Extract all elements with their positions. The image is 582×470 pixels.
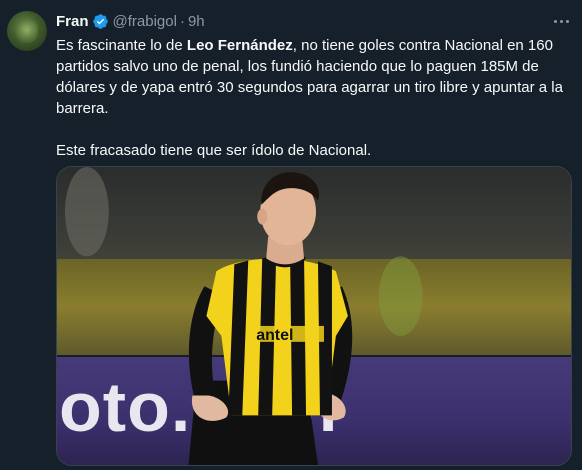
header-separator: ·: [179, 12, 185, 30]
tweet-paragraph-1: Es fascinante lo de Leo Fernández, no ti…: [56, 35, 568, 119]
tweet-text: Es fascinante lo de Leo Fernández, no ti…: [56, 35, 568, 161]
tweet-text-bold: Leo Fernández: [186, 37, 293, 54]
author-avatar[interactable]: [7, 11, 47, 51]
verified-badge-icon: [92, 13, 108, 29]
more-options-icon[interactable]: [549, 10, 573, 32]
tweet-paragraph-2: Este fracasado tiene que ser ídolo de Na…: [56, 142, 372, 159]
author-handle[interactable]: @frabigol: [113, 13, 177, 30]
tweet-header: Fran @frabigol · 9h: [56, 11, 205, 31]
tweet-text-segment: Es fascinante lo de: [56, 37, 187, 54]
tweet-media-photo[interactable]: oto.com antel: [56, 166, 572, 466]
jersey-sponsor-text: antel: [256, 327, 293, 344]
tweet-card[interactable]: Fran @frabigol · 9h Es fascinante lo de …: [0, 0, 582, 470]
author-name[interactable]: Fran: [56, 13, 89, 30]
tweet-timestamp[interactable]: 9h: [188, 13, 205, 30]
player-figure: antel: [64, 167, 423, 465]
